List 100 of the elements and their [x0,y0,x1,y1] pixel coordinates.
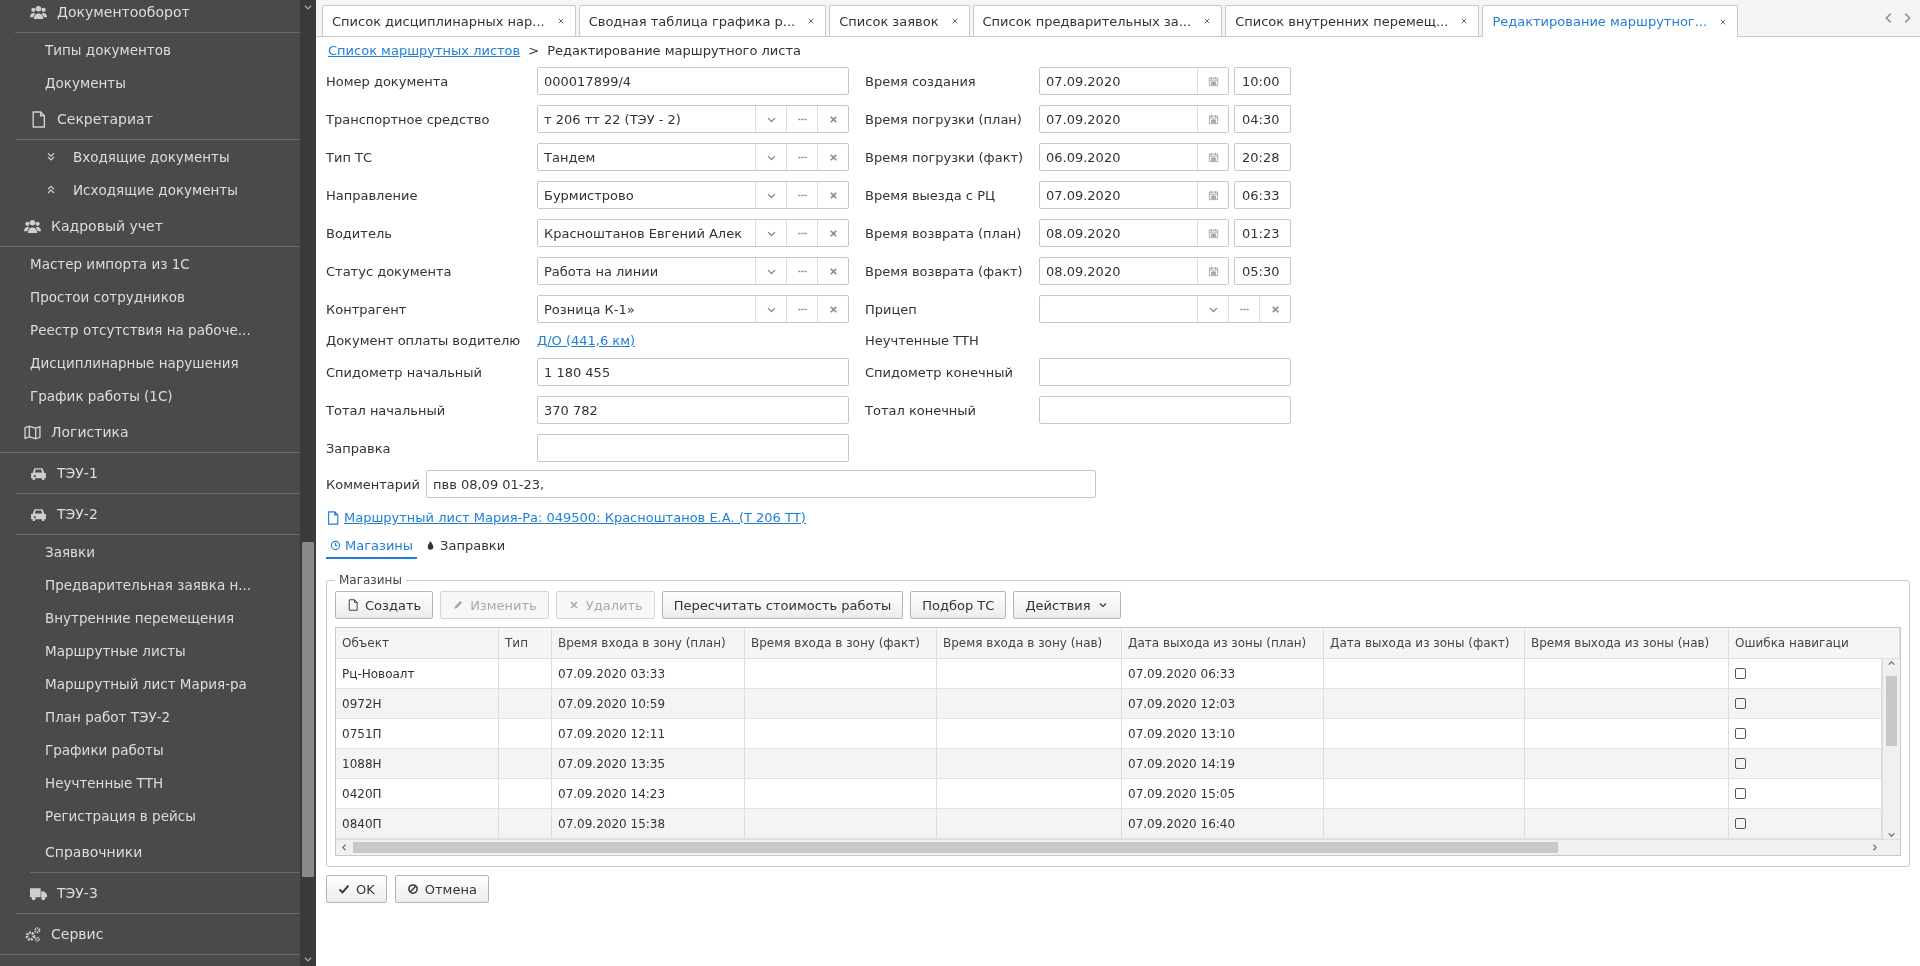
sidebar-item[interactable]: Типы документов [0,33,300,66]
text-field[interactable] [1039,396,1291,424]
clear-icon [827,265,839,277]
field-label: Время выезда с РЦ [864,187,996,203]
delete-icon [567,599,580,611]
sidebar-group[interactable]: ТЭУ-2 [15,494,300,535]
checkbox[interactable] [1735,728,1746,739]
sidebar-item[interactable]: График работы (1С) [0,379,300,412]
column-header[interactable]: Время входа в зону (план) [552,628,745,658]
tab[interactable]: Список заявок [829,5,970,36]
text-field[interactable]: 000017899/4 [537,67,849,95]
table-row[interactable]: 0840П 07.09.2020 15:38 07.09.2020 16:40 [336,809,1882,839]
checkbox[interactable] [1735,788,1746,799]
sidebar-item[interactable]: Простои сотрудников [0,280,300,313]
text-field[interactable] [1039,358,1291,386]
sidebar-item[interactable]: Документы [0,66,300,99]
toolbar-button[interactable]: Создать [335,591,434,619]
date-field[interactable]: 07.09.2020 [1039,67,1229,95]
scrollbar-thumb[interactable] [353,842,1558,853]
text-field[interactable] [537,434,849,462]
document-link[interactable]: Маршрутный лист Мария-Ра: 049500: Красноштанов Е.А. (Т 206 ТТ) [344,510,806,525]
field-label: Время погрузки (факт) [864,149,1024,165]
lookup-field[interactable]: Розница К-1» [537,295,849,323]
breadcrumb-link[interactable]: Список маршрутных листов [328,42,521,58]
calendar-icon [1207,227,1219,239]
time-field[interactable]: 10:00 [1234,67,1291,95]
toolbar-button[interactable]: Действия [1013,591,1121,619]
sidebar-item[interactable]: Исходящие документы [0,173,300,206]
tab[interactable]: Список предварительных за... [972,5,1223,36]
tab[interactable]: Заправки [421,533,510,559]
column-header[interactable]: Время входа в зону (факт) [745,628,937,658]
lookup-field[interactable] [1039,295,1291,323]
gears-icon [24,925,41,943]
sidebar-item[interactable]: Входящие документы [0,140,300,173]
checkbox[interactable] [1735,818,1746,829]
sidebar-item[interactable]: Регистрация в рейсы [0,799,300,832]
lookup-field[interactable]: Работа на линии [537,257,849,285]
column-header[interactable]: Тип [499,628,552,658]
comment-field[interactable]: пвв 08,09 01-23, [426,470,1096,498]
column-header[interactable]: Объект [336,628,499,658]
lookup-field[interactable]: т 206 тт 22 (ТЭУ - 2) [537,105,849,133]
column-header[interactable]: Время входа в зону (нав) [937,628,1122,658]
sidebar-item[interactable]: Заявки [0,535,300,568]
checkbox[interactable] [1735,668,1746,679]
checkbox[interactable] [1735,758,1746,769]
sidebar-item[interactable]: Мастер импорта из 1С [0,247,300,280]
scrollbar-thumb[interactable] [302,542,314,877]
sidebar-item[interactable]: Предварительная заявка н... [0,568,300,601]
column-header[interactable]: Дата выхода из зоны (факт) [1324,628,1525,658]
sidebar-item[interactable]: Маршрутные листы [0,634,300,667]
sidebar-group[interactable]: ТЭУ-1 [15,453,300,494]
column-header[interactable]: Время выхода из зоны (нав) [1525,628,1729,658]
sidebar-item[interactable]: Маршрутный лист Мария-ра [0,667,300,700]
lookup-field[interactable]: Красноштанов Евгений Алек [537,219,849,247]
sidebar-group[interactable]: Документооборот [15,0,300,33]
sidebar-item[interactable]: Неучтенные ТТН [0,766,300,799]
time-field[interactable]: 05:30 [1234,257,1291,285]
calendar-icon [1207,265,1219,277]
toolbar-button[interactable]: Подбор ТС [910,591,1007,619]
date-field[interactable]: 08.09.2020 [1039,257,1229,285]
check-icon [338,883,350,895]
time-field[interactable]: 04:30 [1234,105,1291,133]
sidebar-group[interactable]: Секретариат [15,99,300,140]
payment-link[interactable]: Д/О (441,6 км) [537,333,636,348]
column-header[interactable]: Дата выхода из зоны (план) [1122,628,1324,658]
tab[interactable]: Список дисциплинарных нар... [322,5,576,36]
sidebar-group[interactable]: ТЭУ-3 [15,873,300,914]
tab[interactable]: Редактирование маршрутног... [1482,5,1739,37]
sidebar-group[interactable]: Логистика [0,412,300,453]
sidebar-item[interactable]: План работ ТЭУ-2 [0,700,300,733]
tab[interactable]: Список внутренних перемещ... [1225,5,1480,36]
sidebar-item[interactable]: Реестр отсутствия на рабоче... [0,313,300,346]
date-field[interactable]: 08.09.2020 [1039,219,1229,247]
time-field[interactable]: 06:33 [1234,181,1291,209]
lookup-field[interactable]: Тандем [537,143,849,171]
field-label: Тотал начальный [326,402,446,418]
column-header[interactable]: Ошибка навигаци [1729,628,1900,658]
sidebar-item[interactable]: Графики работы [0,733,300,766]
date-field[interactable]: 06.09.2020 [1039,143,1229,171]
time-field[interactable]: 20:28 [1234,143,1291,171]
date-field[interactable]: 07.09.2020 [1039,181,1229,209]
scrollbar-thumb[interactable] [1886,676,1897,746]
sidebar-group[interactable]: Кадровый учет [0,206,300,247]
date-field[interactable]: 07.09.2020 [1039,105,1229,133]
table-row[interactable]: 0972Н 07.09.2020 10:59 07.09.2020 12:03 [336,689,1882,719]
tab[interactable]: Магазины [326,533,418,559]
tab[interactable]: Сводная таблица графика р... [578,5,827,36]
table-row[interactable]: 1088Н 07.09.2020 13:35 07.09.2020 14:19 [336,749,1882,779]
toolbar-button[interactable]: Пересчитать стоимость работы [661,591,904,619]
text-field[interactable]: 1 180 455 [537,358,849,386]
time-field[interactable]: 01:23 [1234,219,1291,247]
sidebar-item[interactable]: Внутренние перемещения [0,601,300,634]
sidebar-item[interactable]: Дисциплинарные нарушения [0,346,300,379]
ok-button[interactable]: OK [326,875,387,903]
cancel-button[interactable]: Отмена [394,875,489,903]
text-field[interactable]: 370 782 [537,396,849,424]
checkbox[interactable] [1735,698,1746,709]
lookup-field[interactable]: Бурмистрово [537,181,849,209]
table-cell: 07.09.2020 14:19 [1122,749,1324,779]
breadcrumb-separator: > [528,42,540,58]
